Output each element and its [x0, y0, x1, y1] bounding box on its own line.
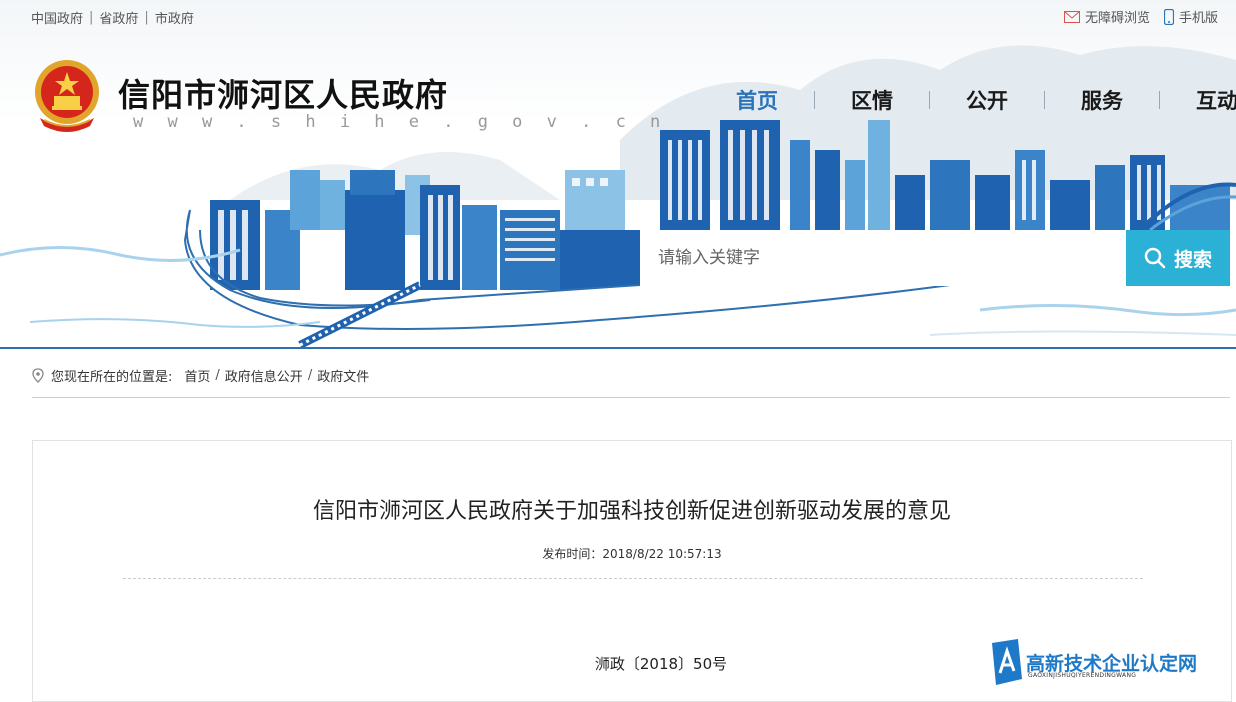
breadcrumb-separator: / [307, 368, 313, 383]
breadcrumb-separator: / [215, 368, 220, 383]
site-title[interactable]: 信阳市浉河区人民政府 [118, 70, 448, 116]
breadcrumb: 您现在所在的位置是: 首页 / 政府信息公开 / 政府文件 [32, 366, 369, 385]
top-bar: 中国政府 | 省政府 | 市政府 无障碍浏览 手机版 [0, 0, 1236, 34]
article-publish-time: 发布时间：2018/8/22 10:57:13 [542, 547, 722, 561]
location-pin-icon [32, 368, 44, 383]
nav-item-services[interactable]: 服务 [1045, 85, 1159, 115]
nav-item-district[interactable]: 区情 [815, 85, 929, 115]
search-icon [1144, 247, 1166, 269]
separator: | [144, 10, 149, 25]
breadcrumb-divider [32, 397, 1230, 398]
separator: | [89, 10, 94, 25]
watermark-subtext: GAOXINJISHUQIYERENDINGWANG [1028, 672, 1137, 679]
city-skyline-illustration [0, 45, 1236, 349]
article-divider [123, 578, 1143, 579]
accessibility-link[interactable]: 无障碍浏览 [1063, 7, 1150, 26]
search-input[interactable] [640, 230, 1126, 286]
top-links: 中国政府 | 省政府 | 市政府 [31, 8, 194, 27]
site-url: w w w . s h i h e . g o v . c n [133, 112, 668, 132]
accessibility-label: 无障碍浏览 [1084, 11, 1150, 26]
article-title: 信阳市浉河区人民政府关于加强科技创新促进创新驱动发展的意见 [312, 499, 951, 524]
nav-item-interaction[interactable]: 互动 [1160, 85, 1236, 115]
banner-divider [0, 347, 1236, 349]
nav-item-home[interactable]: 首页 [700, 85, 814, 115]
watermark-logo-icon [992, 639, 1022, 685]
top-right-links: 无障碍浏览 手机版 [1063, 7, 1218, 26]
link-city-government[interactable]: 市政府 [155, 8, 194, 27]
search-button[interactable]: 搜索 [1126, 230, 1230, 286]
link-central-government[interactable]: 中国政府 [31, 8, 83, 27]
national-emblem-icon[interactable] [32, 56, 102, 134]
nav-item-public[interactable]: 公开 [930, 85, 1044, 115]
main-nav: 首页 区情 公开 服务 互动 [700, 85, 1236, 115]
search-button-label: 搜索 [1173, 248, 1212, 271]
search-bar: 搜索 [640, 230, 1230, 286]
mobile-label: 手机版 [1178, 11, 1218, 26]
breadcrumb-item-info-disclosure[interactable]: 政府信息公开 [225, 366, 303, 385]
phone-icon [1163, 8, 1174, 25]
watermark-logo: 高新技术企业认定网 GAOXINJISHUQIYERENDINGWANG [990, 637, 1236, 686]
breadcrumb-item-home[interactable]: 首页 [184, 366, 210, 385]
header-banner: 中国政府 | 省政府 | 市政府 无障碍浏览 手机版 信阳市浉河区人民政府 w … [0, 0, 1236, 350]
mobile-version-link[interactable]: 手机版 [1163, 7, 1218, 26]
breadcrumb-item-government-documents[interactable]: 政府文件 [317, 366, 369, 385]
link-provincial-government[interactable]: 省政府 [99, 8, 138, 27]
breadcrumb-prefix: 您现在所在的位置是: [51, 370, 173, 385]
mail-icon [1063, 10, 1080, 23]
